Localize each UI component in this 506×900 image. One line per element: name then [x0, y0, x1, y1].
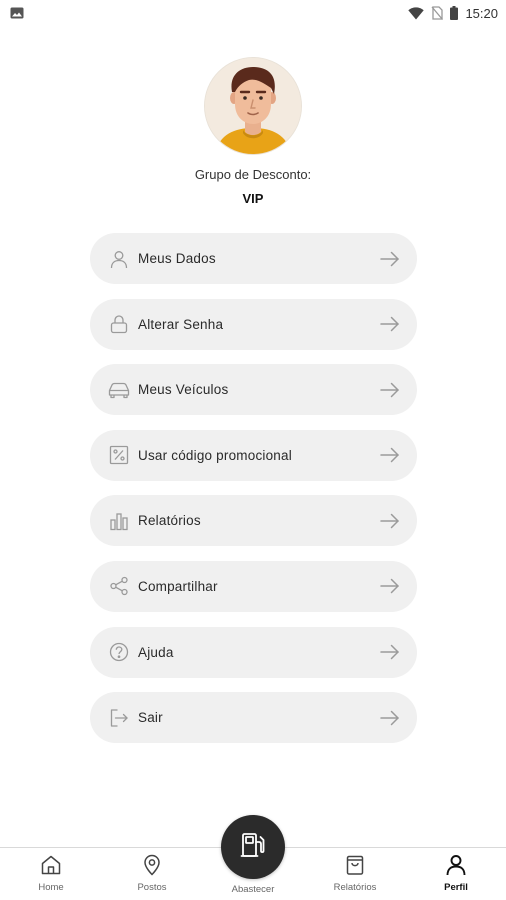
location-pin-icon — [141, 854, 163, 880]
arrow-right-icon — [379, 248, 401, 270]
nav-label: Perfil — [444, 882, 468, 893]
menu-item-label: Relatórios — [138, 513, 201, 529]
nav-label: Home — [38, 882, 64, 893]
discount-group-value: VIP — [242, 191, 264, 206]
lock-icon — [108, 313, 130, 335]
no-sim-icon — [431, 6, 444, 20]
image-notification-icon — [10, 7, 24, 19]
help-icon — [108, 641, 130, 663]
nav-relatorios[interactable]: Relatórios — [315, 854, 395, 893]
menu-item-codigo-promocional[interactable]: Usar código promocional — [90, 429, 417, 481]
abastecer-button[interactable] — [221, 815, 285, 879]
avatar[interactable] — [205, 58, 301, 154]
profile-icon — [445, 854, 467, 880]
arrow-right-icon — [379, 510, 401, 532]
arrow-right-icon — [379, 444, 401, 466]
menu-item-sair[interactable]: Sair — [90, 692, 417, 744]
status-time: 15:20 — [465, 5, 498, 21]
menu-item-label: Usar código promocional — [138, 447, 292, 463]
home-icon — [40, 854, 62, 880]
menu-item-label: Meus Dados — [138, 251, 216, 266]
arrow-right-icon — [379, 575, 401, 597]
menu-item-alterar-senha[interactable]: Alterar Senha — [90, 298, 417, 350]
nav-perfil[interactable]: Perfil — [416, 854, 496, 893]
shopping-bag-icon — [344, 854, 366, 880]
arrow-right-icon — [379, 313, 401, 335]
menu-item-meus-veiculos[interactable]: Meus Veículos — [90, 364, 417, 416]
arrow-right-icon — [379, 707, 401, 729]
profile-menu: Meus Dados Alterar Senha Meus Veículos U… — [90, 233, 417, 758]
discount-group-label: Grupo de Desconto: — [194, 167, 312, 182]
wifi-icon — [408, 6, 425, 20]
menu-item-relatorios[interactable]: Relatórios — [90, 495, 417, 547]
menu-item-ajuda[interactable]: Ajuda — [90, 626, 417, 678]
status-bar: 15:20 — [0, 0, 506, 26]
percent-icon — [108, 444, 130, 466]
menu-item-compartilhar[interactable]: Compartilhar — [90, 560, 417, 612]
menu-item-label: Meus Veículos — [138, 382, 229, 398]
abastecer-label: Abastecer — [231, 884, 275, 895]
battery-icon — [450, 6, 459, 20]
profile-screen: 15:20 Grupo de Desconto: VIP Meus Dados … — [0, 0, 506, 900]
share-icon — [108, 575, 130, 597]
arrow-right-icon — [379, 379, 401, 401]
menu-item-label: Ajuda — [138, 644, 174, 660]
menu-item-label: Sair — [138, 710, 163, 726]
fuel-pump-icon — [238, 830, 268, 864]
menu-item-label: Alterar Senha — [138, 316, 224, 332]
nav-home[interactable]: Home — [11, 854, 91, 893]
nav-label: Postos — [137, 882, 167, 893]
nav-label: Relatórios — [333, 882, 377, 893]
user-icon — [108, 248, 130, 270]
menu-item-meus-dados[interactable]: Meus Dados — [90, 233, 417, 284]
bar-chart-icon — [108, 510, 130, 532]
logout-icon — [108, 707, 130, 729]
menu-item-label: Compartilhar — [138, 578, 218, 594]
nav-postos[interactable]: Postos — [112, 854, 192, 893]
car-icon — [108, 379, 130, 401]
arrow-right-icon — [379, 641, 401, 663]
